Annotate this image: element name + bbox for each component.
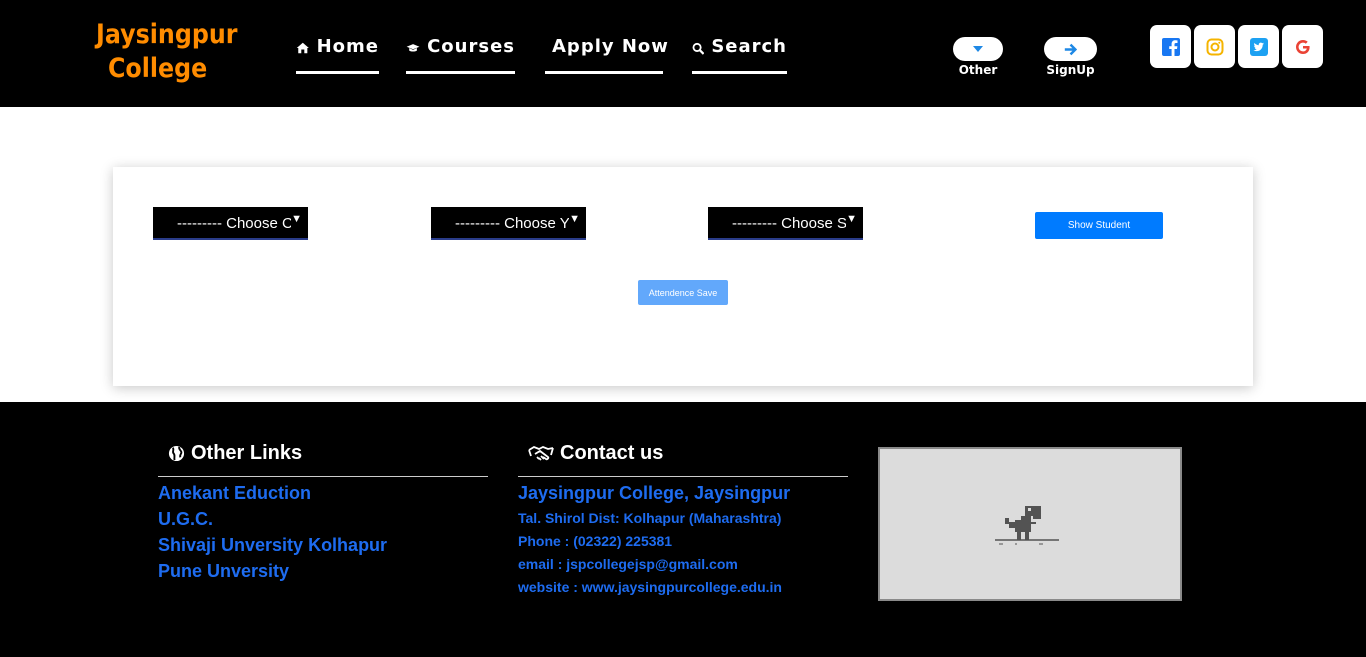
globe-icon bbox=[168, 445, 185, 462]
twitter-link[interactable] bbox=[1238, 25, 1279, 68]
google-icon bbox=[1295, 39, 1310, 54]
other-links-title: Other Links bbox=[191, 442, 303, 464]
home-icon bbox=[296, 42, 309, 54]
footer-link-pune[interactable]: Pune Unversity bbox=[158, 561, 289, 582]
nav-courses[interactable]: Courses bbox=[406, 36, 515, 74]
contact-website[interactable]: website : www.jaysingpurcollege.edu.in bbox=[518, 579, 782, 595]
contact-college-name: Jaysingpur College, Jaysingpur bbox=[518, 483, 791, 503]
signup-label: SignUp bbox=[1046, 63, 1095, 77]
attendance-form-card: --------- Choose Class ▼ --------- Choos… bbox=[113, 167, 1253, 386]
subject-select[interactable]: --------- Choose Subject ▼ bbox=[708, 207, 863, 240]
footer-link-ugc[interactable]: U.G.C. bbox=[158, 509, 213, 530]
other-button[interactable] bbox=[953, 37, 1003, 61]
brand-logo[interactable]: Jaysingpur College bbox=[96, 18, 238, 86]
nav-apply-now-label: Apply Now bbox=[552, 36, 669, 57]
chevron-down-icon: ▼ bbox=[291, 213, 302, 225]
contact-address: Tal. Shirol Dist: Kolhapur (Maharashtra) bbox=[518, 510, 782, 526]
chevron-down-icon: ▼ bbox=[846, 213, 857, 225]
facebook-link[interactable] bbox=[1150, 25, 1191, 68]
nav-apply-now[interactable]: Apply Now bbox=[545, 36, 668, 74]
nav-courses-label: Courses bbox=[427, 36, 515, 57]
subject-select-value: --------- Choose Subject bbox=[732, 215, 846, 232]
contact-phone: Phone : (02322) 225381 bbox=[518, 533, 673, 549]
map-embed-offline[interactable] bbox=[878, 447, 1182, 601]
search-icon bbox=[692, 42, 705, 55]
graduation-cap-icon bbox=[406, 44, 420, 52]
attendance-save-button[interactable]: Attendence Save bbox=[638, 280, 728, 305]
other-links-heading: Other Links bbox=[158, 442, 488, 477]
class-select[interactable]: --------- Choose Class ▼ bbox=[153, 207, 308, 240]
signup-button[interactable] bbox=[1044, 37, 1097, 61]
year-select-value: --------- Choose Year bbox=[455, 215, 569, 232]
contact-email[interactable]: email : jspcollegejsp@gmail.com bbox=[518, 556, 738, 572]
nav-home-label: Home bbox=[316, 36, 379, 57]
other-label: Other bbox=[958, 63, 998, 77]
contact-heading: Contact us bbox=[518, 442, 848, 477]
twitter-icon bbox=[1249, 37, 1268, 56]
instagram-icon bbox=[1206, 38, 1223, 55]
contact-title: Contact us bbox=[560, 442, 664, 464]
class-select-value: --------- Choose Class bbox=[177, 215, 291, 232]
year-select[interactable]: --------- Choose Year ▼ bbox=[431, 207, 586, 240]
signup-menu[interactable]: SignUp bbox=[1044, 37, 1097, 77]
footer-link-anekant[interactable]: Anekant Eduction bbox=[158, 483, 311, 504]
show-student-button[interactable]: Show Student bbox=[1035, 212, 1163, 239]
google-link[interactable] bbox=[1282, 25, 1323, 68]
site-footer: Other Links Anekant Eduction U.G.C. Shiv… bbox=[0, 402, 1366, 657]
site-header: Jaysingpur College Home Courses Apply No… bbox=[0, 0, 1366, 107]
instagram-link[interactable] bbox=[1194, 25, 1235, 68]
handshake-icon bbox=[528, 445, 554, 461]
nav-search[interactable]: Search bbox=[692, 36, 787, 74]
footer-link-shivaji[interactable]: Shivaji Unversity Kolhapur bbox=[158, 535, 387, 556]
nav-search-label: Search bbox=[711, 36, 787, 57]
brand-line-2: College bbox=[107, 53, 208, 84]
offline-dino-icon bbox=[995, 506, 1059, 545]
nav-home[interactable]: Home bbox=[296, 36, 379, 74]
caret-down-icon bbox=[973, 46, 983, 52]
facebook-icon bbox=[1161, 37, 1180, 56]
brand-line-1: Jaysingpur bbox=[96, 19, 238, 50]
arrow-right-icon bbox=[1064, 43, 1077, 55]
other-menu[interactable]: Other bbox=[953, 37, 1003, 77]
chevron-down-icon: ▼ bbox=[569, 213, 580, 225]
